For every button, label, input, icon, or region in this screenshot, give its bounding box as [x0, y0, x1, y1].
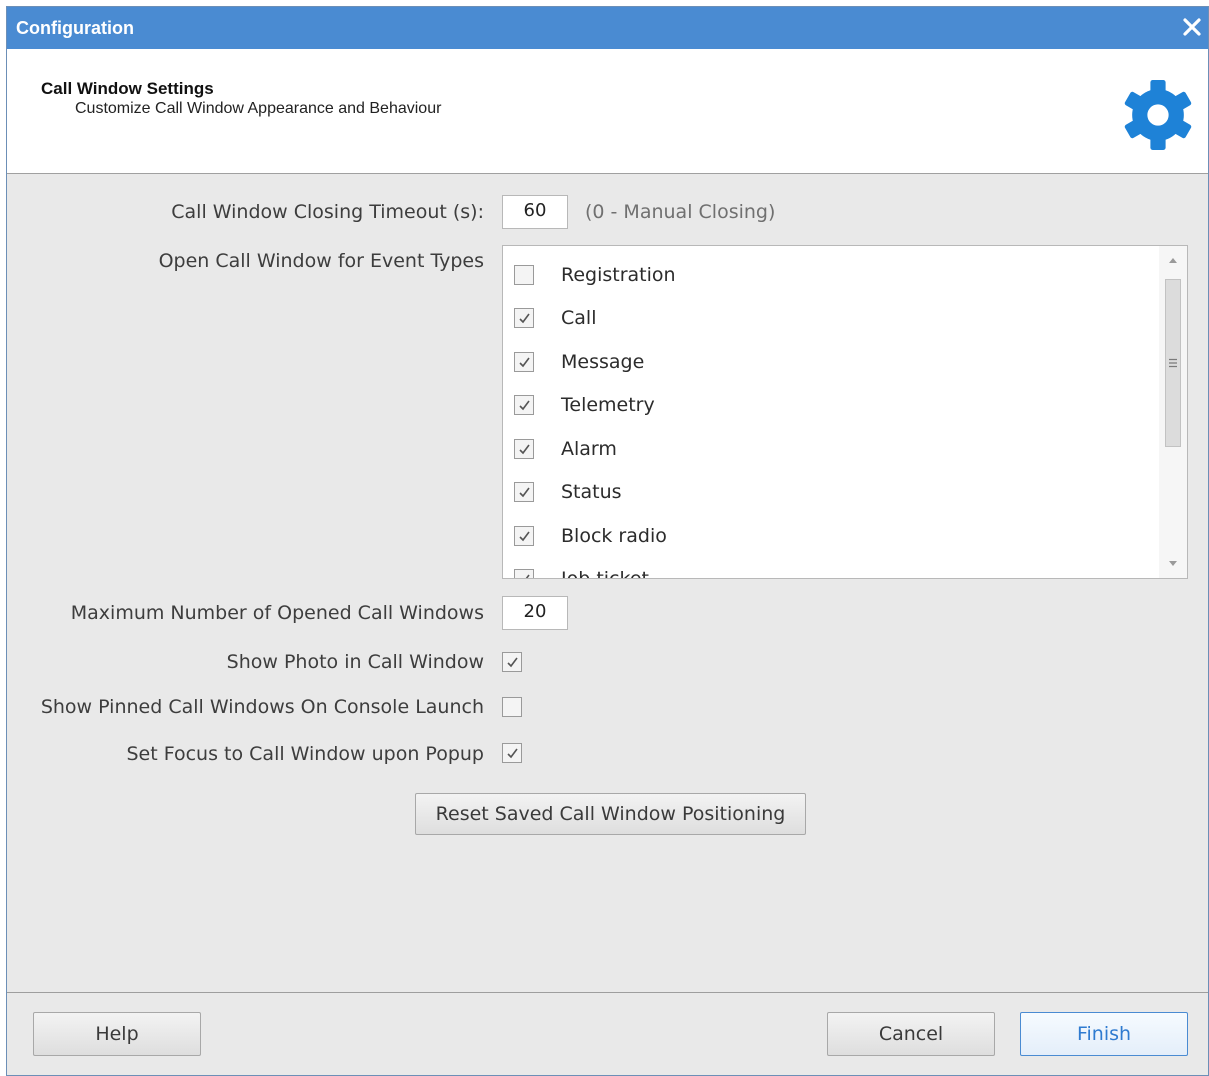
call-checkbox[interactable] [514, 308, 534, 328]
scrollbar-thumb[interactable] [1165, 279, 1181, 447]
show-photo-checkbox[interactable] [502, 652, 522, 672]
show-photo-label: Show Photo in Call Window [226, 651, 484, 673]
set-focus-checkbox[interactable] [502, 743, 522, 763]
status-checkbox[interactable] [514, 482, 534, 502]
timeout-label: Call Window Closing Timeout (s): [171, 201, 484, 223]
check-icon [519, 531, 530, 542]
grip-icon [1169, 358, 1177, 368]
list-item-label: Telemetry [561, 394, 655, 416]
scroll-up-icon[interactable] [1168, 256, 1178, 264]
settings-header: Call Window Settings Customize Call Wind… [7, 49, 1208, 174]
check-icon [519, 313, 530, 324]
finish-button[interactable]: Finish [1020, 1012, 1188, 1056]
show-pinned-checkbox[interactable] [502, 697, 522, 717]
list-item-job-ticket[interactable]: Job ticket [503, 566, 1153, 579]
close-icon[interactable] [1178, 13, 1206, 41]
check-icon [525, 574, 530, 578]
list-item-telemetry[interactable]: Telemetry [503, 392, 1153, 422]
window-title: Configuration [16, 18, 134, 38]
list-item-label: Message [561, 351, 645, 373]
check-icon [519, 400, 530, 411]
check-icon [519, 357, 530, 368]
vertical-scrollbar[interactable] [1159, 246, 1187, 578]
list-item-label: Block radio [561, 525, 667, 547]
page-subtitle: Customize Call Window Appearance and Beh… [75, 100, 442, 117]
alarm-checkbox[interactable] [514, 439, 534, 459]
help-button[interactable]: Help [33, 1012, 201, 1056]
job-ticket-checkbox[interactable] [514, 569, 534, 578]
list-item-label: Call [561, 307, 597, 329]
check-icon [519, 444, 530, 455]
list-item-label: Registration [561, 264, 676, 286]
max-windows-label: Maximum Number of Opened Call Windows [70, 602, 484, 624]
timeout-hint: (0 - Manual Closing) [585, 201, 776, 223]
check-icon [519, 487, 530, 498]
message-checkbox[interactable] [514, 352, 534, 372]
list-item-message[interactable]: Message [503, 349, 1153, 379]
event-types-label: Open Call Window for Event Types [158, 250, 484, 272]
title-bar: Configuration [7, 7, 1208, 49]
list-item-label: Status [561, 481, 622, 503]
list-item-block-radio[interactable]: Block radio [503, 523, 1153, 553]
check-icon [507, 657, 518, 668]
list-item-call[interactable]: Call [503, 305, 1153, 335]
set-focus-label: Set Focus to Call Window upon Popup [126, 743, 485, 765]
footer-divider [7, 992, 1208, 993]
telemetry-checkbox[interactable] [514, 395, 534, 415]
check-icon [507, 748, 518, 759]
list-item-label: Job ticket [561, 568, 649, 579]
timeout-input[interactable]: 60 [502, 195, 568, 229]
scroll-down-icon[interactable] [1168, 560, 1178, 568]
reset-positioning-button[interactable]: Reset Saved Call Window Positioning [415, 793, 806, 835]
list-item-alarm[interactable]: Alarm [503, 436, 1153, 466]
registration-checkbox[interactable] [514, 265, 534, 285]
event-types-list[interactable]: Registration Call Message Telemetry Alar… [502, 245, 1188, 579]
show-pinned-label: Show Pinned Call Windows On Console Laun… [40, 696, 484, 718]
cancel-button[interactable]: Cancel [827, 1012, 995, 1056]
max-windows-input[interactable]: 20 [502, 596, 568, 630]
list-item-registration[interactable]: Registration [503, 262, 1153, 292]
gear-icon [1124, 80, 1192, 150]
list-item-status[interactable]: Status [503, 479, 1153, 509]
block-radio-checkbox[interactable] [514, 526, 534, 546]
list-item-label: Alarm [561, 438, 617, 460]
page-title: Call Window Settings [41, 79, 214, 98]
configuration-dialog: Configuration Call Window Settings Custo… [6, 6, 1209, 1076]
